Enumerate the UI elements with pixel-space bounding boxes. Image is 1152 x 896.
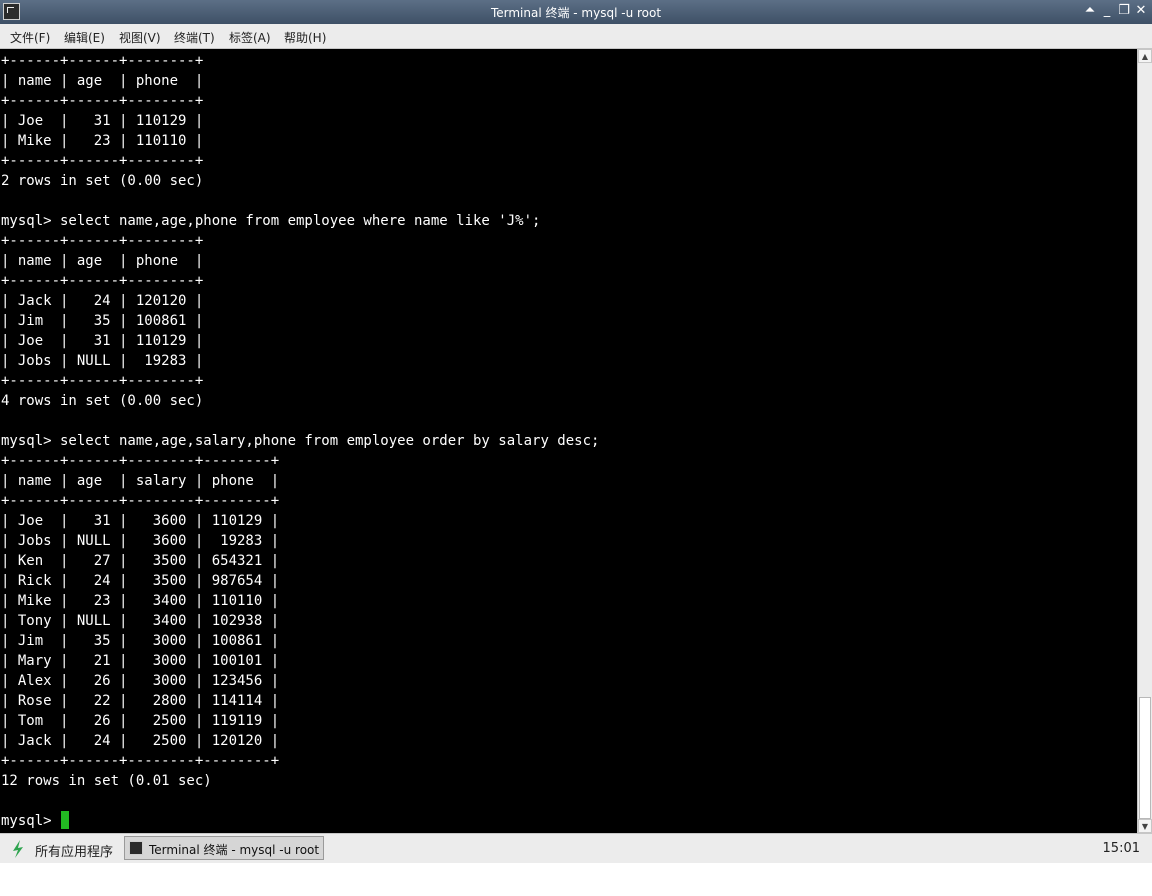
terminal-line: +------+------+--------+--------+ xyxy=(1,753,280,769)
desktop-strip xyxy=(0,863,1152,896)
terminal-line: | Jim | 35 | 100861 | xyxy=(1,313,204,329)
terminal-line: | Rose | 22 | 2800 | 114114 | xyxy=(1,693,280,709)
terminal-line: | Alex | 26 | 3000 | 123456 | xyxy=(1,673,280,689)
scroll-up-icon[interactable]: ▲ xyxy=(1138,49,1152,63)
taskbar-terminal-button[interactable]: Terminal 终端 - mysql -u root xyxy=(124,836,324,860)
title-bar[interactable]: Terminal 终端 - mysql -u root ⏶ _ ❐ ✕ xyxy=(0,0,1152,24)
terminal-line: | name | age | phone | xyxy=(1,253,204,269)
terminal-line: 2 rows in set (0.00 sec) xyxy=(1,173,204,189)
all-apps-button[interactable]: 所有应用程序 xyxy=(35,841,113,860)
terminal-line: | Jack | 24 | 120120 | xyxy=(1,293,204,309)
menu-file[interactable]: 文件(F) xyxy=(10,29,50,46)
scroll-down-icon[interactable]: ▼ xyxy=(1138,819,1152,833)
terminal-line: mysql> select name,age,phone from employ… xyxy=(1,213,541,229)
terminal-line: | Joe | 31 | 110129 | xyxy=(1,333,204,349)
terminal-line: +------+------+--------+ xyxy=(1,233,204,249)
terminal-line: +------+------+--------+ xyxy=(1,273,204,289)
terminal-line: | name | age | phone | xyxy=(1,73,204,89)
terminal-line: | Jack | 24 | 2500 | 120120 | xyxy=(1,733,280,749)
terminal-line: | Tony | NULL | 3400 | 102938 | xyxy=(1,613,280,629)
terminal-line: | Mary | 21 | 3000 | 100101 | xyxy=(1,653,280,669)
terminal-line: | Jobs | NULL | 3600 | 19283 | xyxy=(1,533,280,549)
terminal-line: +------+------+--------+ xyxy=(1,153,204,169)
minimize-icon[interactable]: _ xyxy=(1099,3,1115,19)
text-cursor xyxy=(61,811,70,829)
maximize-icon[interactable]: ❐ xyxy=(1116,3,1132,19)
terminal-line: | Rick | 24 | 3500 | 987654 | xyxy=(1,573,280,589)
terminal-line: | Joe | 31 | 110129 | xyxy=(1,113,204,129)
window-title: Terminal 终端 - mysql -u root xyxy=(490,6,662,20)
terminal-line: 12 rows in set (0.01 sec) xyxy=(1,773,212,789)
terminal-line: mysql> select name,age,salary,phone from… xyxy=(1,433,600,449)
clock: 15:01 xyxy=(1102,841,1140,856)
menu-tabs[interactable]: 标签(A) xyxy=(229,29,271,46)
leaf-icon[interactable] xyxy=(10,839,26,859)
menu-bar: 文件(F) 编辑(E) 视图(V) 终端(T) 标签(A) 帮助(H) xyxy=(0,24,1152,49)
terminal-line: | Jobs | NULL | 19283 | xyxy=(1,353,204,369)
terminal-line: | Jim | 35 | 3000 | 100861 | xyxy=(1,633,280,649)
task-label: Terminal 终端 - mysql -u root xyxy=(149,843,320,857)
taskbar: 所有应用程序 Terminal 终端 - mysql -u root 15:01 xyxy=(0,833,1152,863)
terminal-line: 4 rows in set (0.00 sec) xyxy=(1,393,204,409)
menu-edit[interactable]: 编辑(E) xyxy=(64,29,105,46)
menu-terminal[interactable]: 终端(T) xyxy=(174,29,215,46)
prompt-line[interactable]: mysql> xyxy=(1,811,70,831)
terminal-line: | Mike | 23 | 110110 | xyxy=(1,133,204,149)
terminal-line: +------+------+--------+ xyxy=(1,93,204,109)
terminal-line: | Joe | 31 | 3600 | 110129 | xyxy=(1,513,280,529)
terminal-line: | Ken | 27 | 3500 | 654321 | xyxy=(1,553,280,569)
terminal-line: +------+------+--------+ xyxy=(1,53,204,69)
terminal-line: | name | age | salary | phone | xyxy=(1,473,280,489)
menu-view[interactable]: 视图(V) xyxy=(119,29,161,46)
shade-icon[interactable]: ⏶ xyxy=(1082,3,1098,19)
menu-help[interactable]: 帮助(H) xyxy=(284,29,326,46)
terminal-line: +------+------+--------+ xyxy=(1,373,204,389)
terminal-line: | Tom | 26 | 2500 | 119119 | xyxy=(1,713,280,729)
close-icon[interactable]: ✕ xyxy=(1133,3,1149,19)
terminal-output[interactable]: +------+------+--------+ | name | age | … xyxy=(0,49,1137,833)
mysql-prompt: mysql> xyxy=(1,813,61,829)
vertical-scrollbar[interactable]: ▲ ▼ xyxy=(1137,49,1152,833)
terminal-line: +------+------+--------+--------+ xyxy=(1,453,280,469)
scrollbar-thumb[interactable] xyxy=(1139,697,1151,819)
terminal-line: | Mike | 23 | 3400 | 110110 | xyxy=(1,593,280,609)
terminal-icon xyxy=(129,841,143,855)
terminal-line: +------+------+--------+--------+ xyxy=(1,493,280,509)
